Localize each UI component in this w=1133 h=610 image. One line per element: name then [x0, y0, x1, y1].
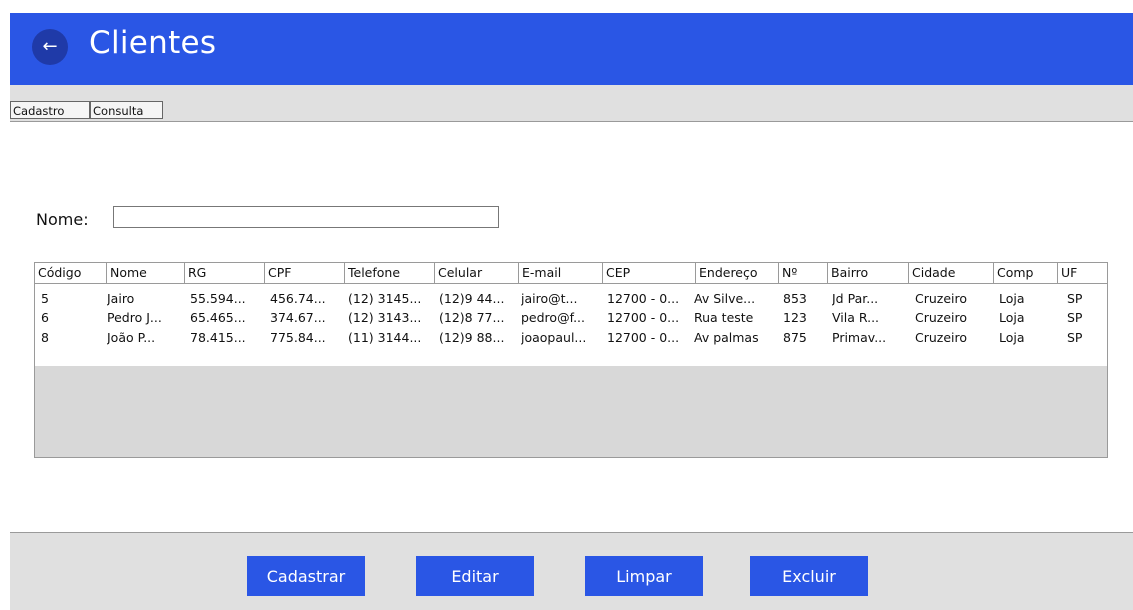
name-label: Nome: [36, 210, 89, 229]
column-header[interactable]: Nome [106, 263, 184, 283]
back-button[interactable]: ← [32, 29, 68, 65]
table-cell: 5 [41, 291, 49, 306]
table-cell: Loja [999, 310, 1025, 325]
column-header[interactable]: E-mail [518, 263, 602, 283]
table-cell: 55.594... [190, 291, 246, 306]
table-cell: 123 [783, 310, 807, 325]
table-cell: 456.74... [270, 291, 326, 306]
action-bar [10, 532, 1133, 610]
column-header[interactable]: UF [1057, 263, 1107, 283]
table-row[interactable]: 5 Jairo 55.594... 456.74... (12) 3145... (12)… [35, 289, 1107, 309]
tab-cadastro[interactable]: Cadastro [10, 101, 90, 119]
column-header[interactable]: Nº [778, 263, 827, 283]
column-header[interactable]: CPF [264, 263, 344, 283]
table-cell: 775.84... [270, 330, 326, 345]
column-header[interactable]: CEP [602, 263, 695, 283]
table-cell: 12700 - 0... [607, 330, 680, 345]
table-cell: (12) 3145... [348, 291, 422, 306]
limpar-button[interactable]: Limpar [585, 556, 703, 596]
column-header[interactable]: Cidade [908, 263, 993, 283]
table-cell: (12)9 44... [439, 291, 505, 306]
column-header[interactable]: Telefone [344, 263, 434, 283]
table-cell: Pedro J... [107, 310, 162, 325]
table-cell: 12700 - 0... [607, 310, 680, 325]
table-cell: Primav... [832, 330, 887, 345]
cadastrar-button[interactable]: Cadastrar [247, 556, 365, 596]
column-header[interactable]: Bairro [827, 263, 908, 283]
table-cell: Cruzeiro [915, 291, 968, 306]
table-cell: 853 [783, 291, 807, 306]
table-cell: Cruzeiro [915, 310, 968, 325]
table-cell: joaopaul... [521, 330, 587, 345]
table-cell: SP [1067, 330, 1083, 345]
tab-bar: Cadastro Consulta [10, 85, 1133, 122]
table-cell: João P... [107, 330, 156, 345]
table-cell: 78.415... [190, 330, 246, 345]
table-cell: 65.465... [190, 310, 246, 325]
table-cell: jairo@t... [521, 291, 578, 306]
column-header[interactable]: Comp [993, 263, 1057, 283]
table-cell: (12) 3143... [348, 310, 422, 325]
table-body: 5 Jairo 55.594... 456.74... (12) 3145... (12)… [35, 284, 1107, 366]
column-header[interactable]: Código [35, 263, 106, 283]
table-cell: 6 [41, 310, 49, 325]
table-cell: Vila R... [832, 310, 880, 325]
tab-consulta[interactable]: Consulta [90, 101, 163, 119]
page-title: Clientes [89, 25, 217, 61]
table-row[interactable]: 6 Pedro J... 65.465... 374.67... (12) 3143..… [35, 308, 1107, 328]
table-cell: (11) 3144... [348, 330, 422, 345]
table-cell: Av Silve... [694, 291, 756, 306]
table-header: Código Nome RG CPF Telefone Celular E-mail CEP E… [35, 263, 1107, 284]
table-cell: (12)8 77... [439, 310, 505, 325]
table-cell: SP [1067, 291, 1083, 306]
editar-button[interactable]: Editar [416, 556, 534, 596]
table-cell: pedro@f... [521, 310, 585, 325]
table-row[interactable]: 8 João P... 78.415... 775.84... (11) 3144...… [35, 328, 1107, 348]
table-cell: 875 [783, 330, 807, 345]
table-cell: (12)9 88... [439, 330, 505, 345]
column-header[interactable]: RG [184, 263, 264, 283]
table-cell: Jd Par... [832, 291, 879, 306]
arrow-left-icon: ← [42, 36, 58, 57]
excluir-button[interactable]: Excluir [750, 556, 868, 596]
column-header[interactable]: Endereço [695, 263, 778, 283]
table-cell: Cruzeiro [915, 330, 968, 345]
column-header[interactable]: Celular [434, 263, 518, 283]
table-cell: Jairo [107, 291, 135, 306]
table-cell: Loja [999, 330, 1025, 345]
app-header: ← Clientes [10, 13, 1133, 85]
table-cell: 8 [41, 330, 49, 345]
table-cell: Loja [999, 291, 1025, 306]
clients-table: Código Nome RG CPF Telefone Celular E-mail CEP E… [34, 262, 1108, 458]
table-cell: Rua teste [694, 310, 754, 325]
table-cell: SP [1067, 310, 1083, 325]
table-cell: 12700 - 0... [607, 291, 680, 306]
table-cell: 374.67... [270, 310, 326, 325]
name-search-input[interactable] [113, 206, 499, 228]
table-cell: Av palmas [694, 330, 759, 345]
